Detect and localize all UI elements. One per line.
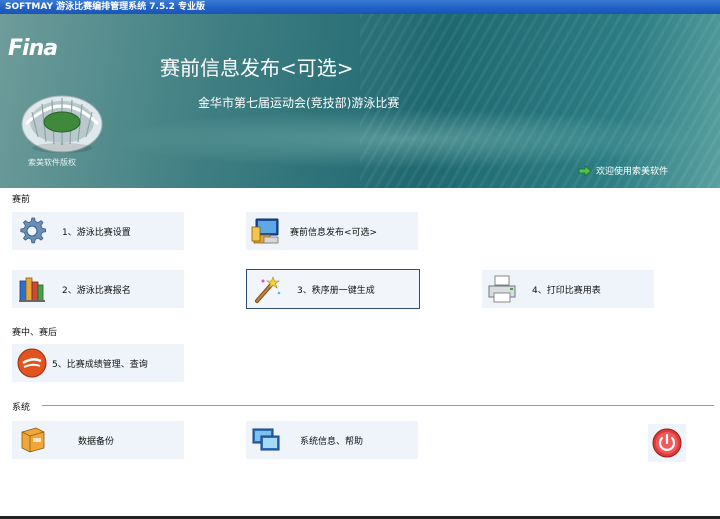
tile-order-book[interactable]: 3、秩序册一键生成 (246, 269, 420, 309)
tile-setup[interactable]: 1、游泳比赛设置 (12, 212, 184, 250)
welcome-text: 欢迎使用索美软件 (596, 167, 669, 177)
tile-backup[interactable]: 数据备份 (12, 421, 184, 459)
exit-button[interactable] (648, 424, 686, 462)
tile-sysinfo-label: 系统信息、帮助 (300, 436, 364, 447)
printer-icon (488, 275, 516, 303)
computer-info-icon (251, 218, 279, 244)
tile-register[interactable]: 2、游泳比赛报名 (12, 270, 184, 308)
gear-icon (20, 217, 46, 244)
section-during-label: 赛中、赛后 (12, 328, 58, 338)
banner-glow (110, 109, 710, 169)
books-icon (19, 277, 45, 302)
tile-print-label: 4、打印比赛用表 (532, 285, 601, 296)
tile-register-label: 2、游泳比赛报名 (62, 285, 131, 296)
copyright-text: 索美软件版权 (28, 158, 76, 167)
monitor-icon (252, 428, 280, 451)
section-pre-label: 赛前 (12, 195, 31, 205)
tile-publish[interactable]: 赛前信息发布<可选> (246, 212, 418, 250)
database-icon (21, 427, 45, 453)
event-name: 金华市第七届运动会(竞技部)游泳比赛 (198, 96, 400, 110)
window-title: SOFTMAY 游泳比赛编排管理系统 7.5.2 专业版 (0, 0, 720, 14)
stadium-icon (21, 95, 103, 153)
tile-setup-label: 1、游泳比赛设置 (62, 227, 131, 238)
tile-print[interactable]: 4、打印比赛用表 (482, 270, 654, 308)
power-icon (652, 428, 682, 458)
tile-backup-label: 数据备份 (78, 436, 115, 447)
tile-publish-label: 赛前信息发布<可选> (290, 227, 378, 238)
page-title: 赛前信息发布<可选> (160, 56, 354, 80)
header-banner: Fina 索美软件版权 赛前信息发布<可选> 金华市第七届运动会(竞技部)游泳比… (0, 14, 720, 188)
magic-wand-icon (255, 276, 281, 303)
tile-order-book-label: 3、秩序册一键生成 (297, 285, 375, 296)
welcome-link[interactable]: 欢迎使用索美软件 (578, 164, 668, 177)
fina-logo: Fina (8, 36, 58, 61)
system-divider (42, 405, 714, 406)
results-icon (17, 348, 47, 378)
tile-results-label: 5、比赛成绩管理、查询 (52, 359, 148, 370)
arrow-right-icon (578, 164, 592, 177)
tile-results[interactable]: 5、比赛成绩管理、查询 (12, 344, 184, 382)
section-system-label: 系统 (12, 403, 31, 413)
tile-sysinfo[interactable]: 系统信息、帮助 (246, 421, 418, 459)
